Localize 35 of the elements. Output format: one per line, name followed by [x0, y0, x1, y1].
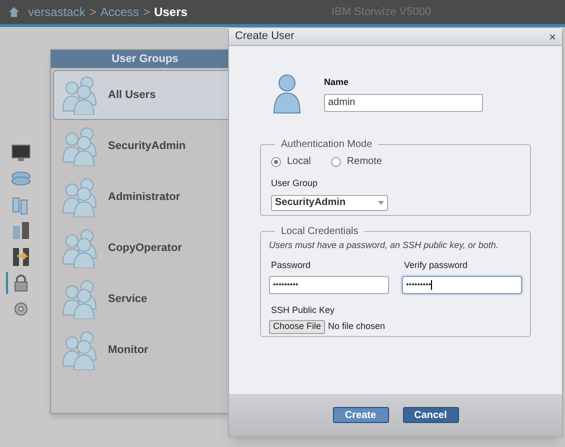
user-group-item[interactable]: CopyOperator: [53, 223, 237, 273]
monitor-icon[interactable]: [10, 142, 32, 164]
credentials-legend: Local Credentials: [275, 224, 364, 239]
auth-radio[interactable]: Remote: [330, 154, 382, 169]
choose-file-button[interactable]: Choose File: [269, 320, 326, 334]
user-group-item[interactable]: SecurityAdmin: [53, 121, 237, 171]
password-label: Password: [270, 258, 312, 272]
breadcrumb-separator: >: [143, 4, 150, 21]
home-icon[interactable]: [8, 6, 20, 18]
breadcrumb-link[interactable]: versastack: [28, 3, 86, 21]
ssh-key-label: SSH Public Key: [270, 304, 336, 317]
password-field[interactable]: •••••••••: [402, 276, 522, 294]
user-group-item[interactable]: Service: [53, 274, 237, 324]
dialog-button[interactable]: Create: [332, 407, 388, 423]
dialog-title: Create User: [235, 29, 294, 44]
authentication-legend: Authentication Mode: [275, 137, 378, 152]
panel-title: User Groups: [112, 52, 178, 67]
password-label: Verify password: [403, 258, 469, 272]
dropdown-caret-icon: [378, 200, 384, 204]
user-icon: [272, 73, 302, 115]
dialog-button[interactable]: Cancel: [402, 407, 458, 423]
user-group-item[interactable]: Monitor: [53, 325, 237, 375]
breadcrumb-link[interactable]: Access: [100, 3, 140, 21]
breadcrumb-separator: >: [89, 4, 96, 21]
user-group-item[interactable]: Administrator: [53, 172, 237, 222]
file-status: No file chosen: [328, 320, 386, 333]
user-group-select[interactable]: SecurityAdmin: [271, 194, 388, 210]
close-button[interactable]: ×: [548, 30, 556, 42]
password-field[interactable]: •••••••••: [269, 276, 389, 294]
breadcrumb-link[interactable]: Users: [154, 3, 188, 21]
auth-radio[interactable]: Local: [271, 154, 311, 169]
name-field[interactable]: admin: [324, 94, 483, 112]
user-group-label: User Group: [271, 177, 319, 190]
credentials-note: Users must have a password, an SSH public key, or both.: [269, 239, 500, 252]
name-label: Name: [324, 76, 350, 89]
